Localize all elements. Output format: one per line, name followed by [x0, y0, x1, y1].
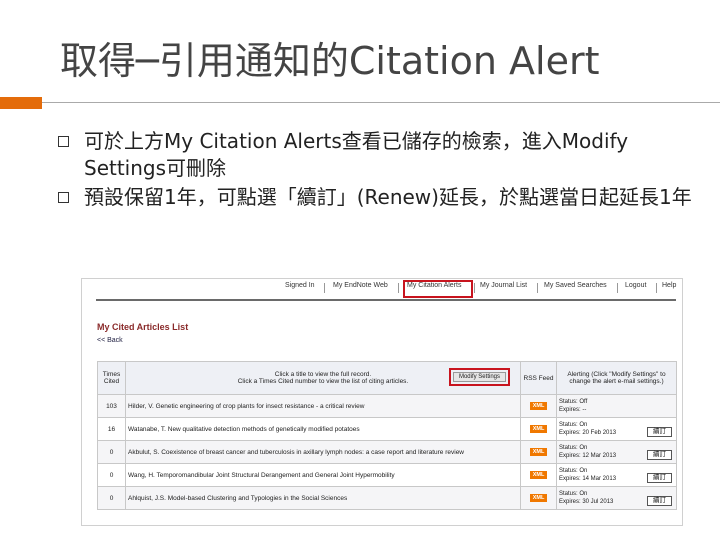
nav-signed-in: Signed In: [285, 282, 315, 289]
rss-cell: XML: [520, 486, 557, 510]
modify-settings-button[interactable]: Modify Settings: [448, 368, 511, 386]
nav-separator: [537, 283, 538, 293]
rss-cell: XML: [520, 417, 557, 441]
renew-button[interactable]: 續訂: [647, 496, 672, 506]
col-rss: RSS Feed: [520, 361, 557, 395]
highlight-box: [403, 280, 473, 298]
renew-button[interactable]: 續訂: [647, 427, 672, 437]
article-title-link[interactable]: Hilder, V. Genetic engineering of crop p…: [125, 394, 521, 418]
bullet-list: 可於上方My Citation Alerts查看已儲存的檢索，進入Modify …: [58, 128, 698, 213]
back-link[interactable]: << Back: [97, 337, 123, 344]
article-title-link[interactable]: Wang, H. Temporomandibular Joint Structu…: [125, 463, 521, 487]
alert-cell: Status: On Expires: 12 Mar 2013 續訂: [556, 440, 677, 464]
alert-cell: Status: On Expires: 30 Jul 2013 續訂: [556, 486, 677, 510]
renew-button[interactable]: 續訂: [647, 473, 672, 483]
nav-separator: [398, 283, 399, 293]
nav-my-journal-list[interactable]: My Journal List: [480, 282, 527, 289]
table-row: 0 Wang, H. Temporomandibular Joint Struc…: [97, 463, 677, 487]
alert-cell: Status: On Expires: 14 Mar 2013 續訂: [556, 463, 677, 487]
col-instructions: Click a title to view the full record. C…: [125, 361, 521, 395]
bullet-text: 預設保留1年，可點選「續訂」(Renew)延長，於點選當日起延長1年: [84, 185, 692, 209]
table-row: 0 Ahlquist, J.S. Model-based Clustering …: [97, 486, 677, 510]
list-title: My Cited Articles List: [97, 322, 189, 332]
table-header: Times Cited Click a title to view the fu…: [97, 361, 677, 395]
xml-feed-icon[interactable]: XML: [529, 494, 548, 502]
nav-separator: [474, 283, 475, 293]
title-divider: [42, 102, 720, 103]
nav-my-endnote-web[interactable]: My EndNote Web: [333, 282, 388, 289]
nav-logout[interactable]: Logout: [625, 282, 646, 289]
square-bullet-icon: [58, 192, 69, 203]
renew-button[interactable]: 續訂: [647, 450, 672, 460]
bullet-item: 預設保留1年，可點選「續訂」(Renew)延長，於點選當日起延長1年: [58, 184, 698, 211]
table-row: 16 Watanabe, T. New qualitative detectio…: [97, 417, 677, 441]
rss-cell: XML: [520, 440, 557, 464]
xml-feed-icon[interactable]: XML: [529, 448, 548, 456]
bullet-item: 可於上方My Citation Alerts查看已儲存的檢索，進入Modify …: [58, 128, 698, 182]
times-cited-link[interactable]: 0: [97, 463, 126, 487]
times-cited-link[interactable]: 103: [97, 394, 126, 418]
square-bullet-icon: [58, 136, 69, 147]
nav-separator: [656, 283, 657, 293]
title-accent-bar: [0, 97, 42, 109]
times-cited-link[interactable]: 0: [97, 486, 126, 510]
header-rule: [96, 299, 676, 301]
alert-status: Status: Off: [559, 399, 588, 405]
nav-separator: [617, 283, 618, 293]
rss-cell: XML: [520, 394, 557, 418]
xml-feed-icon[interactable]: XML: [529, 402, 548, 410]
article-title-link[interactable]: Watanabe, T. New qualitative detection m…: [125, 417, 521, 441]
alert-expires: Expires: --: [559, 407, 587, 413]
alert-cell: Status: On Expires: 20 Feb 2013 續訂: [556, 417, 677, 441]
bullet-text: 可於上方My Citation Alerts查看已儲存的檢索，進入Modify …: [84, 129, 629, 180]
xml-feed-icon[interactable]: XML: [529, 425, 548, 433]
col-alerting: Alerting (Click "Modify Settings" to cha…: [556, 361, 677, 395]
article-title-link[interactable]: Ahlquist, J.S. Model-based Clustering an…: [125, 486, 521, 510]
top-nav: Signed In My EndNote Web My Citation Ale…: [82, 279, 682, 298]
table-row: 103 Hilder, V. Genetic engineering of cr…: [97, 394, 677, 418]
col-times-cited: Times Cited: [97, 361, 126, 395]
table-row: 0 Akbulut, S. Coexistence of breast canc…: [97, 440, 677, 464]
rss-cell: XML: [520, 463, 557, 487]
xml-feed-icon[interactable]: XML: [529, 471, 548, 479]
nav-my-saved-searches[interactable]: My Saved Searches: [544, 282, 607, 289]
times-cited-link[interactable]: 16: [97, 417, 126, 441]
article-title-link[interactable]: Akbulut, S. Coexistence of breast cancer…: [125, 440, 521, 464]
times-cited-link[interactable]: 0: [97, 440, 126, 464]
slide-title: 取得─引用通知的Citation Alert: [60, 39, 600, 83]
embedded-screenshot: Signed In My EndNote Web My Citation Ale…: [81, 278, 683, 526]
nav-separator: [324, 283, 325, 293]
alert-cell: Status: Off Expires: --: [556, 394, 677, 418]
nav-help[interactable]: Help: [662, 282, 676, 289]
cited-articles-table: Times Cited Click a title to view the fu…: [97, 361, 677, 510]
